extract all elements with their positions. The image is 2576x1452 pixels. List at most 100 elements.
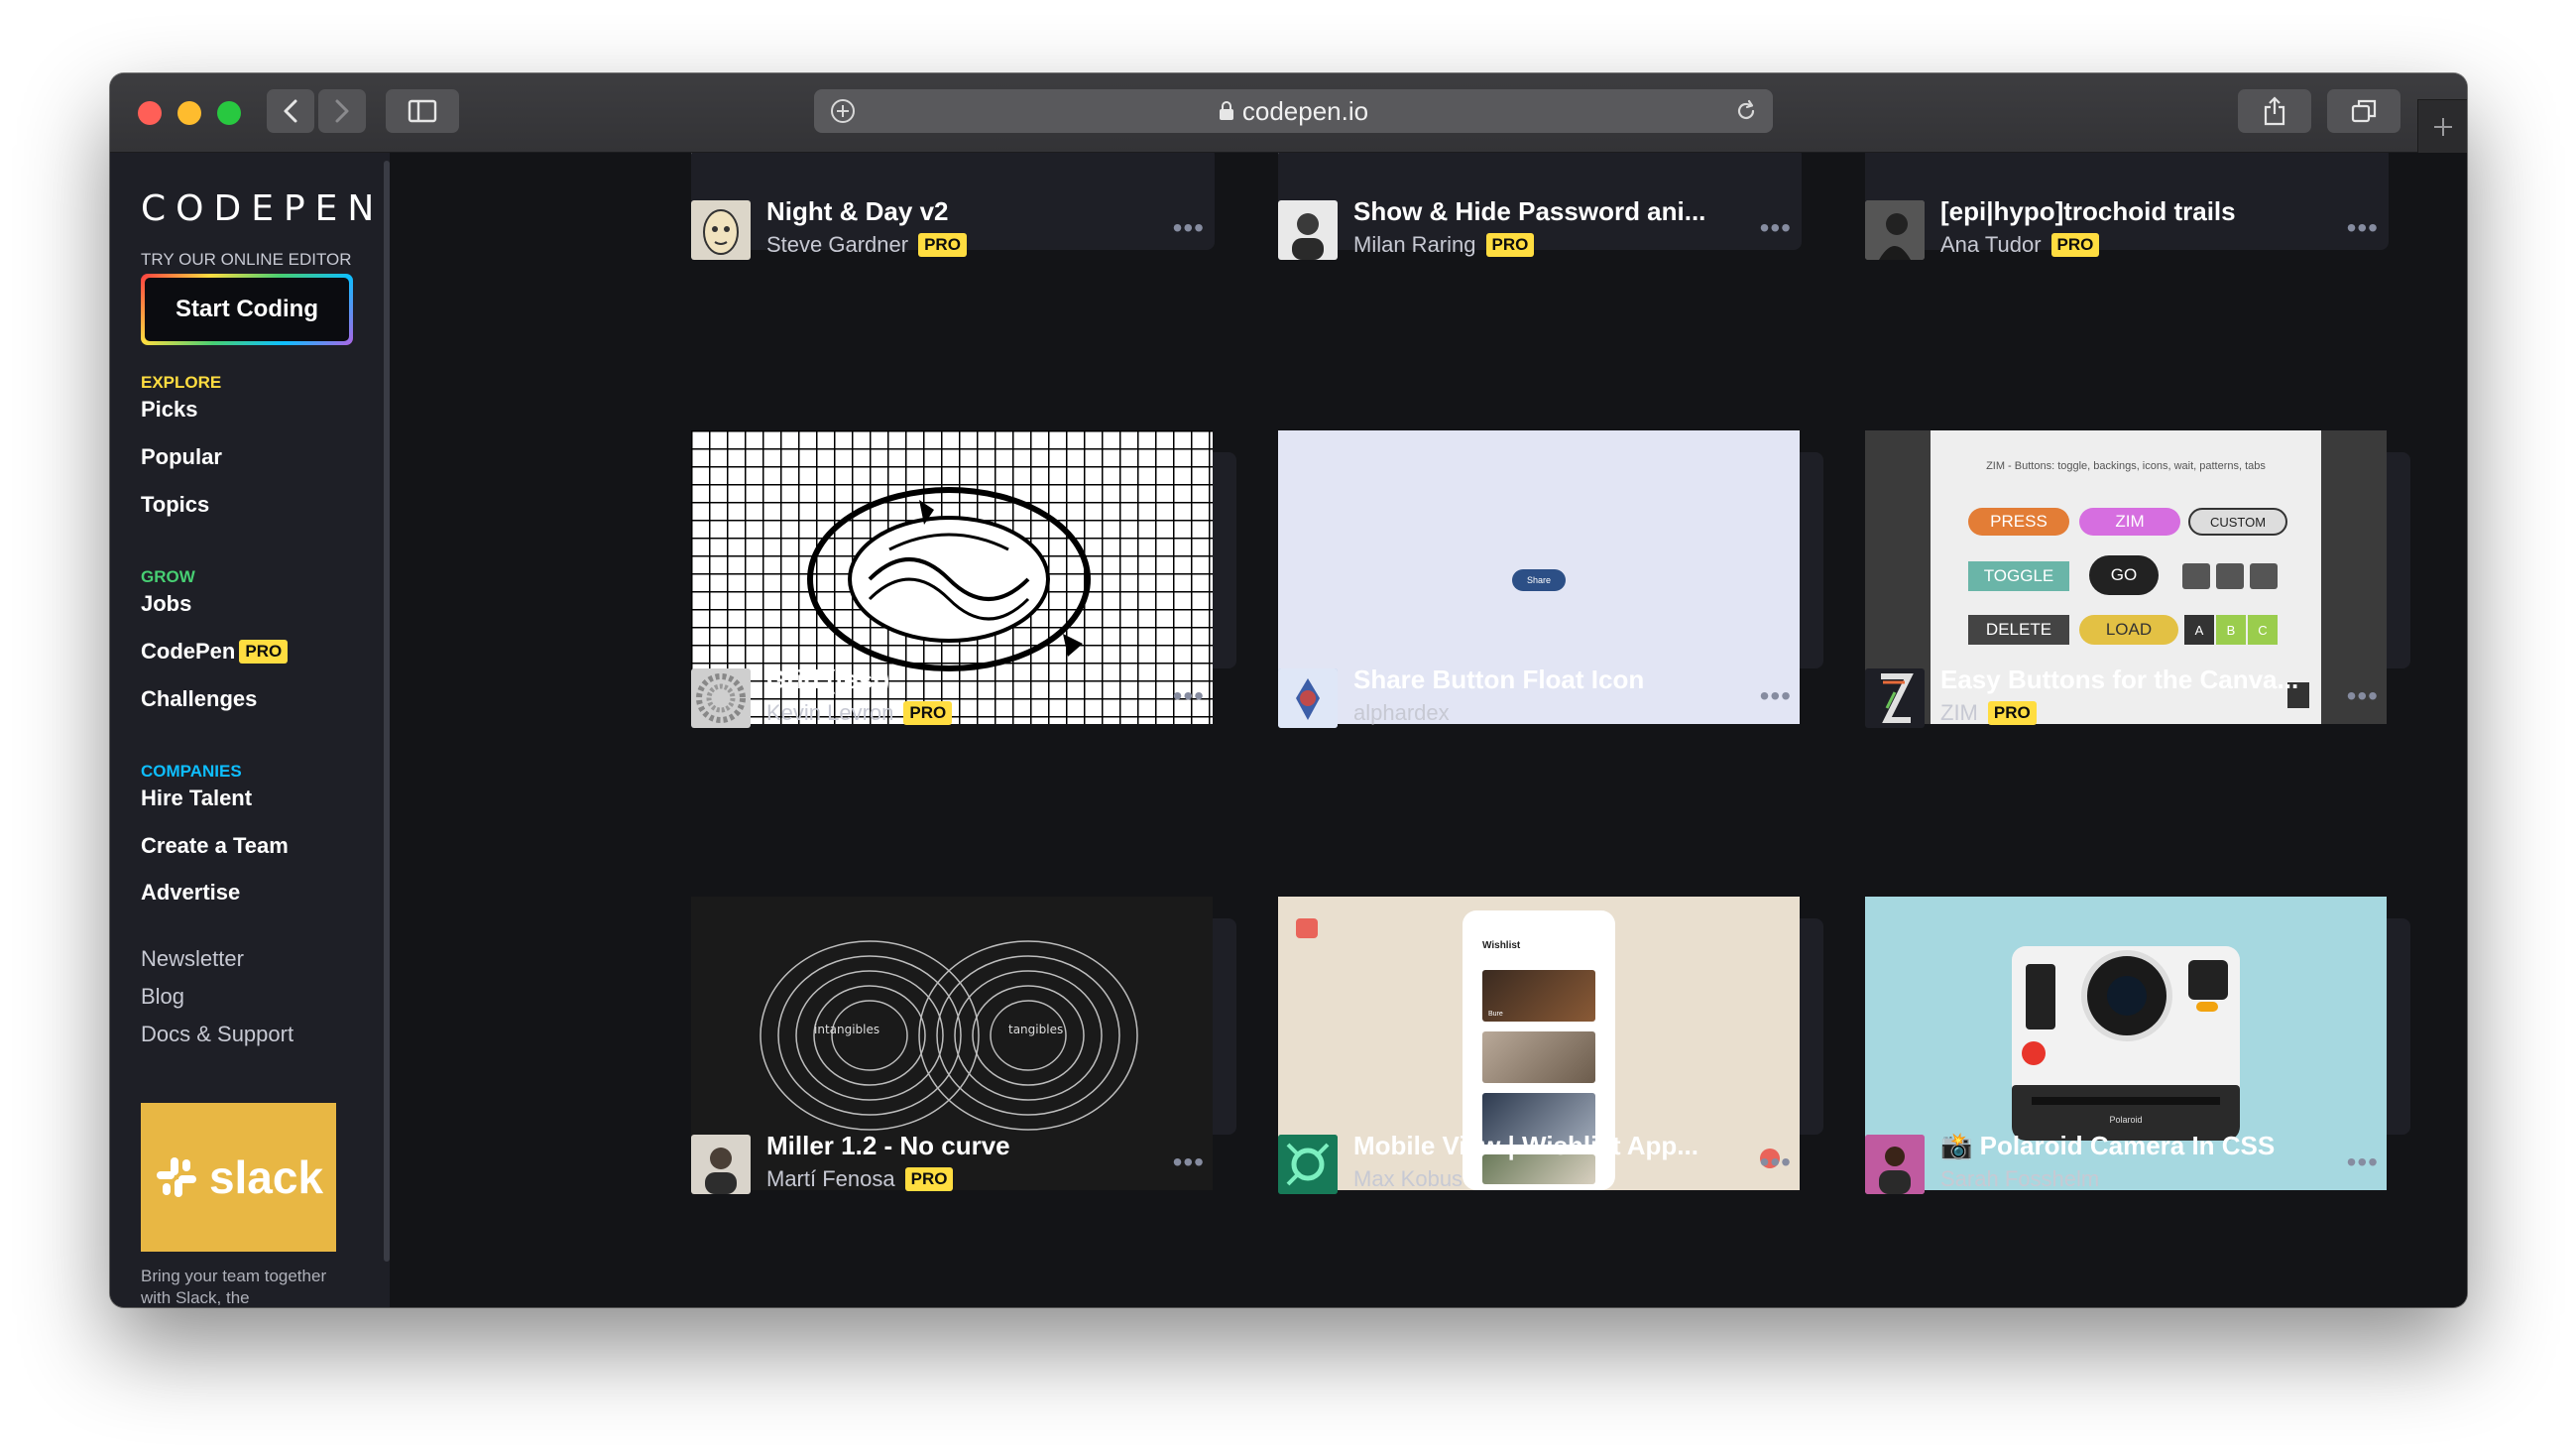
avatar[interactable] [691, 200, 751, 260]
pen-card[interactable]: Night & Day v2 Steve Gardner PRO ••• [691, 194, 1236, 264]
pen-meta: Miller 1.2 - No curve Martí Fenosa PRO ••… [691, 1129, 1236, 1198]
avatar[interactable] [691, 668, 751, 728]
more-options-button[interactable]: ••• [1760, 1147, 1792, 1178]
grow-section-label: GROW [141, 567, 195, 586]
pen-card[interactable]: intangibles tangibles [691, 897, 1236, 1190]
nav-advertise[interactable]: Advertise [141, 880, 240, 906]
pro-badge: PRO [2050, 233, 2100, 257]
slack-ad[interactable]: slack [141, 1103, 336, 1252]
start-coding-button[interactable]: Start Coding [141, 274, 353, 345]
nav-hire-talent[interactable]: Hire Talent [141, 786, 252, 811]
pen-card[interactable]: ZIM - Buttons: toggle, backings, icons, … [1865, 430, 2410, 724]
pen-author[interactable]: Milan Raring PRO [1353, 232, 1535, 258]
link-blog[interactable]: Blog [141, 984, 184, 1010]
pro-badge: PRO [918, 233, 967, 257]
add-circle-icon[interactable] [830, 98, 856, 124]
avatar[interactable] [1865, 200, 1925, 260]
play-icon[interactable] [2182, 563, 2210, 589]
pro-badge: PRO [1987, 701, 2037, 725]
link-newsletter[interactable]: Newsletter [141, 946, 244, 972]
sidebar-toggle-button[interactable] [386, 89, 459, 133]
pen-author[interactable]: Sarah Fosshelm [1940, 1166, 2099, 1192]
pen-card[interactable]: [epi|hypo]trochoid trails Ana Tudor PRO •… [1865, 194, 2410, 264]
avatar[interactable] [1278, 668, 1338, 728]
browser-window: codepen.io CODEPEN TRY OUR ONLINE EDITOR… [110, 73, 2467, 1307]
close-window-button[interactable] [138, 101, 162, 125]
pen-title[interactable]: Share Button Float Icon [1353, 665, 1644, 695]
new-tab-button[interactable] [2417, 99, 2467, 153]
nav-picks[interactable]: Picks [141, 397, 198, 423]
pen-title[interactable]: 📸 Polaroid Camera In CSS [1940, 1131, 2275, 1161]
pen-author[interactable]: Ana Tudor PRO [1940, 232, 2100, 258]
share-button[interactable] [2238, 89, 2311, 133]
pen-author[interactable]: Martí Fenosa PRO [766, 1166, 954, 1192]
pen-meta: Easy Buttons for the Canva... ZIM PRO ••• [1865, 663, 2410, 732]
slack-ad-brand: slack [208, 1151, 324, 1203]
pro-badge: PRO [1485, 233, 1535, 257]
avatar[interactable] [1865, 668, 1925, 728]
more-options-button[interactable]: ••• [1760, 680, 1792, 712]
pen-author[interactable]: ZIM PRO [1940, 700, 2037, 726]
minimize-window-button[interactable] [177, 101, 201, 125]
url-text: codepen.io [1241, 95, 1369, 126]
pro-badge: PRO [904, 1167, 954, 1191]
avatar[interactable] [691, 1135, 751, 1194]
forward-button[interactable] [318, 89, 366, 133]
nav-create-team[interactable]: Create a Team [141, 833, 289, 859]
pen-title[interactable]: Night & Day v2 [766, 196, 949, 227]
pen-title[interactable]: Easy Buttons for the Canva... [1940, 665, 2298, 695]
sound-icon[interactable] [2250, 563, 2278, 589]
pen-author[interactable]: Max Kobus [1353, 1166, 1463, 1192]
pen-card[interactable]: Wishlist Bure [1278, 897, 1823, 1190]
companies-section-label: COMPANIES [141, 762, 242, 781]
more-options-button[interactable]: ••• [2347, 212, 2379, 244]
codepen-logo[interactable]: CODEPEN [141, 188, 384, 229]
pro-badge: PRO [239, 640, 289, 664]
pen-meta: Grid (test) Kevin Levron PRO ••• [691, 663, 1236, 732]
back-button[interactable] [267, 89, 314, 133]
svg-text:tangibles: tangibles [1008, 1023, 1063, 1036]
pen-title[interactable]: Mobile View | Wishlist App... [1353, 1131, 1698, 1161]
nav-popular[interactable]: Popular [141, 444, 222, 470]
avatar[interactable] [1865, 1135, 1925, 1194]
more-options-button[interactable]: ••• [2347, 680, 2379, 712]
zoom-window-button[interactable] [217, 101, 241, 125]
pen-card[interactable]: Show & Hide Password ani... Milan Raring… [1278, 194, 1823, 264]
nav-topics[interactable]: Topics [141, 492, 209, 518]
pen-title[interactable]: [epi|hypo]trochoid trails [1940, 196, 2236, 227]
pen-title[interactable]: Show & Hide Password ani... [1353, 196, 1705, 227]
share-button-preview[interactable]: Share [1512, 569, 1566, 591]
more-options-button[interactable]: ••• [2347, 1147, 2379, 1178]
more-options-button[interactable]: ••• [1173, 212, 1205, 244]
pen-title[interactable]: Miller 1.2 - No curve [766, 1131, 1010, 1161]
address-bar[interactable]: codepen.io [814, 89, 1773, 133]
pen-card[interactable] [691, 430, 1236, 724]
more-options-button[interactable]: ••• [1760, 212, 1792, 244]
pen-author[interactable]: Steve Gardner PRO [766, 232, 967, 258]
tabs-overview-button[interactable] [2327, 89, 2400, 133]
nav-challenges[interactable]: Challenges [141, 686, 257, 712]
heart-icon[interactable] [2216, 563, 2244, 589]
browser-toolbar: codepen.io [110, 73, 2467, 153]
chevron-left-icon [284, 99, 297, 123]
nav-codepen-pro[interactable]: CodePen PRO [141, 639, 289, 665]
nav-codepen-label: CodePen [141, 639, 236, 664]
pen-meta: 📸 Polaroid Camera In CSS Sarah Fosshelm … [1865, 1129, 2410, 1198]
reload-icon[interactable] [1733, 98, 1759, 124]
svg-text:intangibles: intangibles [814, 1023, 879, 1036]
avatar[interactable] [1278, 1135, 1338, 1194]
more-options-button[interactable]: ••• [1173, 1147, 1205, 1178]
pen-author[interactable]: Kevin Levron PRO [766, 700, 953, 726]
pro-badge: PRO [903, 701, 953, 725]
pen-author[interactable]: alphardex [1353, 700, 1450, 726]
pen-card[interactable]: Polaroid [1865, 897, 2410, 1190]
avatar[interactable] [1278, 200, 1338, 260]
pen-title[interactable]: Grid (test) [766, 665, 889, 695]
sidebar-icon [408, 99, 437, 123]
link-docs-support[interactable]: Docs & Support [141, 1022, 293, 1047]
more-options-button[interactable]: ••• [1173, 680, 1205, 712]
pen-card[interactable]: Share [1278, 430, 1823, 724]
nav-jobs[interactable]: Jobs [141, 591, 191, 617]
try-editor-label: TRY OUR ONLINE EDITOR [141, 250, 352, 269]
slack-logo-icon [156, 1157, 196, 1197]
